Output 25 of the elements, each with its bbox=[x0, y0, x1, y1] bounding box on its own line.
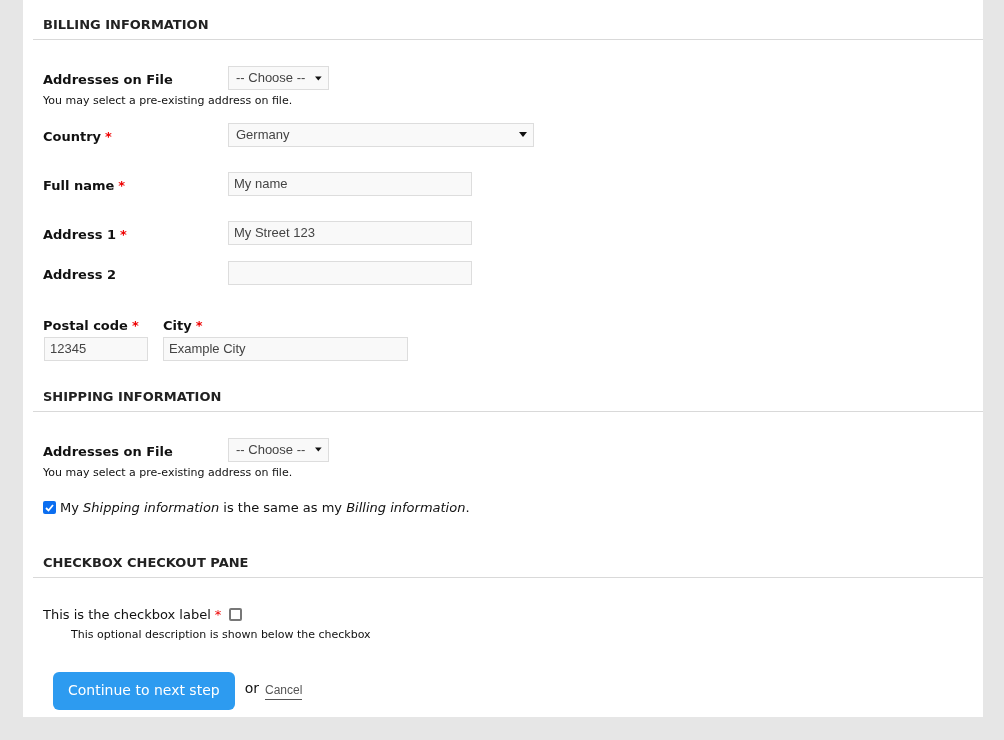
checkbox-label: This is the checkbox label * bbox=[43, 605, 222, 624]
field-label: Address 2 bbox=[43, 266, 116, 282]
or-text: or bbox=[244, 679, 259, 698]
cancel-link[interactable]: Cancel bbox=[265, 681, 303, 700]
field-label: Full name * bbox=[43, 177, 126, 193]
section-heading: SHIPPING INFORMATION bbox=[43, 387, 222, 406]
select-field[interactable]: Germany bbox=[228, 122, 534, 147]
field-label: Addresses on File bbox=[43, 72, 173, 87]
select-field[interactable]: -- Choose -- bbox=[228, 437, 329, 462]
input-field[interactable]: Example City bbox=[163, 336, 408, 361]
select-field[interactable]: -- Choose -- bbox=[228, 66, 329, 90]
input-field[interactable]: My Street 123 bbox=[228, 220, 472, 245]
section-heading: BILLING INFORMATION bbox=[43, 16, 209, 34]
field-label: Country * bbox=[43, 128, 112, 144]
field-label: Addresses on File bbox=[43, 443, 173, 459]
checkbox-label: My Shipping information is the same as my Billing information. bbox=[60, 499, 470, 517]
input-field[interactable]: My name bbox=[228, 171, 472, 196]
section-heading: CHECKBOX CHECKOUT PANE bbox=[43, 553, 249, 572]
input-field[interactable]: 12345 bbox=[44, 336, 148, 361]
help-text: You may select a pre-existing address on file. bbox=[43, 93, 294, 109]
description-text: This optional description is shown below the checkbox bbox=[71, 627, 372, 643]
field-label: City * bbox=[163, 316, 204, 335]
field-label: Address 1 * bbox=[43, 226, 127, 242]
field-label: Postal code * bbox=[43, 316, 140, 335]
help-text: You may select a pre-existing address on file. bbox=[43, 464, 294, 481]
